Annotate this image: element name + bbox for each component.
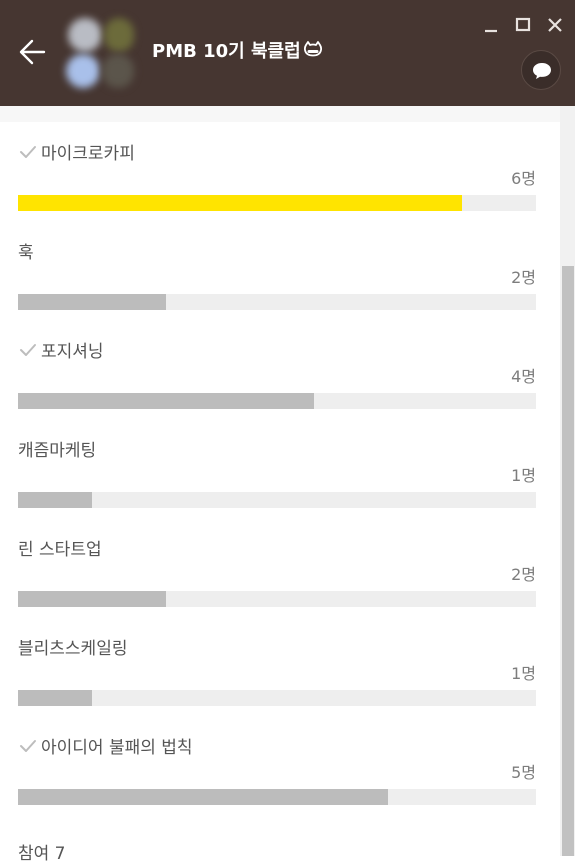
option-text: 린 스타트업 <box>18 540 102 560</box>
option-label: 훅 <box>18 241 34 265</box>
result-bar-track <box>18 393 536 409</box>
poll-card: 마이크로카피 6명 훅 2명 포지셔닝 4명 캐즘마케팅 1명 린 스타트업 2… <box>0 122 560 864</box>
participants-count: 참여 7 <box>18 844 66 864</box>
close-icon[interactable] <box>542 12 568 38</box>
member-avatar <box>102 54 134 88</box>
option-text: 훅 <box>18 243 34 263</box>
result-bar-track <box>18 492 536 508</box>
option-text: 캐즘마케팅 <box>18 441 97 461</box>
result-bar-track <box>18 591 536 607</box>
poll-results-panel: 마이크로카피 6명 훅 2명 포지셔닝 4명 캐즘마케팅 1명 린 스타트업 2… <box>0 106 560 864</box>
scrollbar-thumb[interactable] <box>562 266 574 856</box>
result-bar-fill <box>18 294 166 310</box>
vote-count: 2명 <box>511 565 536 584</box>
vote-count: 6명 <box>511 169 536 188</box>
option-text: 마이크로카피 <box>41 144 135 164</box>
member-avatar <box>68 18 102 52</box>
maximize-icon[interactable] <box>510 12 536 38</box>
group-avatar[interactable] <box>66 16 136 88</box>
poll-option-4[interactable]: 캐즘마케팅 1명 <box>0 439 560 529</box>
result-bar-fill <box>18 789 388 805</box>
option-text: 아이디어 불패의 법칙 <box>41 738 193 758</box>
option-label: 마이크로카피 <box>18 142 135 166</box>
result-bar-fill <box>18 492 92 508</box>
vote-count: 2명 <box>511 268 536 287</box>
back-arrow-icon[interactable] <box>14 34 50 70</box>
member-avatar <box>66 54 100 88</box>
vote-count: 1명 <box>511 664 536 683</box>
result-bar-fill <box>18 690 92 706</box>
poll-option-6[interactable]: 블리츠스케일링 1명 <box>0 637 560 727</box>
vote-count: 5명 <box>511 763 536 782</box>
checkmark-icon <box>18 737 38 753</box>
checkmark-icon <box>18 143 38 159</box>
poll-option-7[interactable]: 아이디어 불패의 법칙 5명 <box>0 736 560 826</box>
option-text: 포지셔닝 <box>41 342 104 362</box>
option-label: 아이디어 불패의 법칙 <box>18 736 193 760</box>
chat-header: PMB 10기 북클럽 <box>0 0 575 106</box>
member-avatar <box>104 18 134 52</box>
chat-title: PMB 10기 북클럽 <box>152 38 322 66</box>
option-text: 블리츠스케일링 <box>18 639 128 659</box>
poll-option-3[interactable]: 포지셔닝 4명 <box>0 340 560 430</box>
cat-face-icon <box>303 38 322 66</box>
option-label: 린 스타트업 <box>18 538 102 562</box>
chat-title-text: PMB 10기 북클럽 <box>152 41 301 62</box>
option-label: 포지셔닝 <box>18 340 104 364</box>
vote-count: 4명 <box>511 367 536 386</box>
option-label: 블리츠스케일링 <box>18 637 127 661</box>
option-label: 캐즘마케팅 <box>18 439 96 463</box>
poll-option-2[interactable]: 훅 2명 <box>0 241 560 331</box>
result-bar-fill <box>18 591 166 607</box>
result-bar-track <box>18 690 536 706</box>
poll-option-5[interactable]: 린 스타트업 2명 <box>0 538 560 628</box>
chat-bubble-icon[interactable] <box>521 50 561 90</box>
checkmark-icon <box>18 341 38 357</box>
result-bar-track <box>18 789 536 805</box>
vote-count: 1명 <box>511 466 536 485</box>
result-bar-fill <box>18 393 314 409</box>
result-bar-track <box>18 195 536 211</box>
poll-option-1[interactable]: 마이크로카피 6명 <box>0 142 560 232</box>
result-bar-fill <box>18 195 462 211</box>
minimize-icon[interactable] <box>478 12 504 38</box>
result-bar-track <box>18 294 536 310</box>
